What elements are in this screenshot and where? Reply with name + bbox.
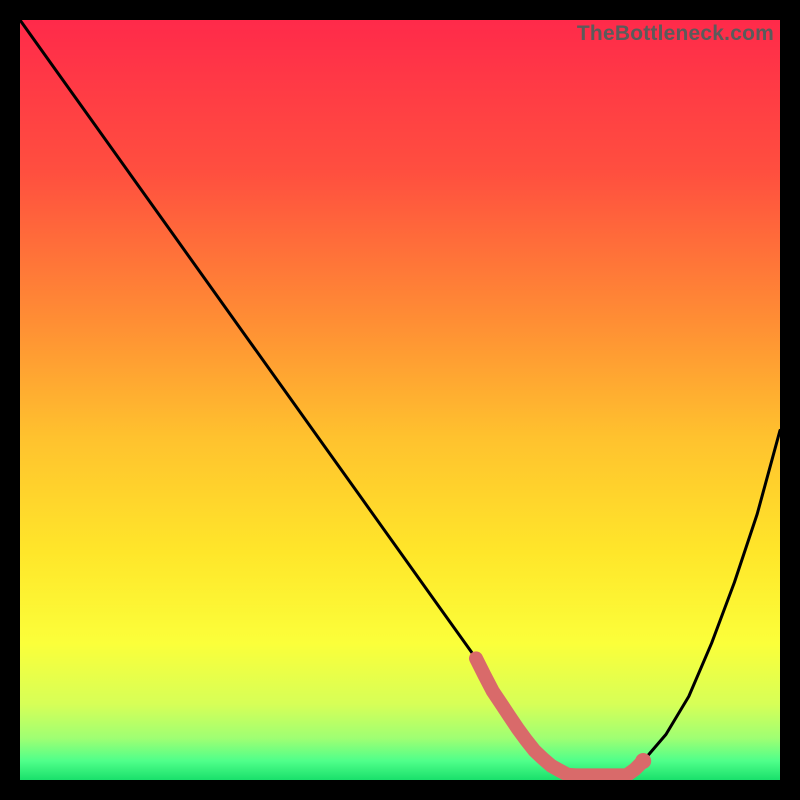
plot-area: TheBottleneck.com (20, 20, 780, 780)
watermark: TheBottleneck.com (577, 22, 774, 46)
curve-layer (20, 20, 780, 780)
bottleneck-curve (20, 20, 780, 780)
optimal-region-marker (476, 658, 643, 775)
optimal-point-dot (635, 753, 651, 769)
chart-frame: TheBottleneck.com (20, 20, 780, 780)
